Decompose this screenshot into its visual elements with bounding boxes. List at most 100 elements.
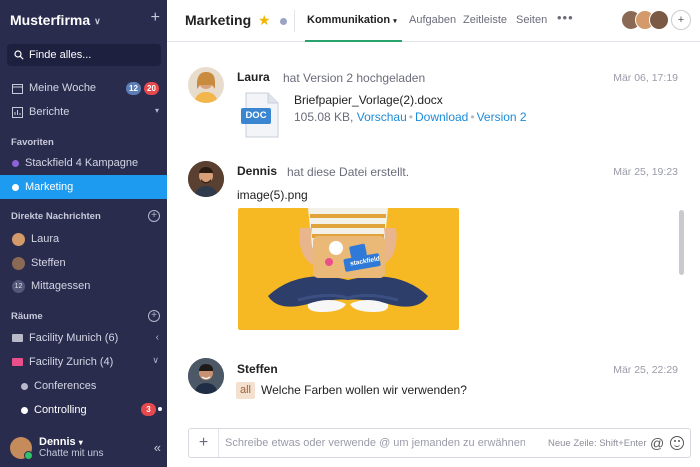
download-link[interactable]: Download [415,110,468,124]
sidebar-item-label: Meine Woche [29,82,97,94]
collapse-sidebar-icon[interactable]: « [154,440,161,455]
my-week-overdue-badge: 20 [144,82,159,95]
chevron-down-icon: ▾ [78,438,83,447]
chevron-down-icon[interactable]: ∨ [152,355,159,366]
avatar [12,232,25,246]
message-author[interactable]: Steffen [237,362,278,376]
favorites-header: Favoriten [11,137,54,148]
preview-link[interactable]: Vorschau [357,110,407,124]
sidebar-item-conferences[interactable]: Conferences [0,374,167,398]
message-action: hat Version 2 hochgeladen [283,71,426,85]
emoji-icon[interactable] [670,436,684,450]
message-timestamp: Mär 06, 17:19 [613,72,678,84]
sidebar-item-facility-zurich[interactable]: Facility Zurich (4) [0,350,167,374]
room-color-dot [21,382,28,390]
more-icon[interactable]: ••• [557,10,574,25]
doc-file-icon[interactable]: DOC [238,92,284,138]
sidebar-item-dm-laura[interactable]: Laura [0,227,167,251]
sidebar-item-label: Facility Zurich (4) [29,356,114,368]
favorite-star-icon[interactable]: ★ [258,12,271,29]
newline-hint: Neue Zeile: Shift+Enter [548,438,647,449]
rooms-header: Räume [11,311,43,322]
avatar [12,256,25,270]
chevron-down-icon: ∨ [94,15,101,26]
unread-dot [158,407,162,411]
sidebar-item-label: Facility Munich (6) [29,332,119,344]
sidebar-item-marketing[interactable]: Marketing [0,175,167,199]
my-week-count-badge: 12 [126,82,141,95]
attach-button[interactable]: + [189,429,219,457]
room-color-dot [12,183,19,191]
calendar-icon [12,83,23,94]
message-input[interactable] [225,437,525,449]
sidebar: Musterfirma ∨ + Finde alles... Meine Woc… [0,0,167,467]
tab-seiten[interactable]: Seiten [516,14,547,26]
scrollbar[interactable] [679,210,684,275]
separator: • [470,110,475,124]
avatar[interactable] [188,67,224,103]
add-direct-message-button[interactable]: + [148,210,160,222]
sidebar-item-stackfield-kampagne[interactable]: Stackfield 4 Kampagne [0,151,167,175]
user-name: Dennis [39,436,76,448]
add-member-button[interactable]: + [671,10,691,30]
search-icon [14,50,24,60]
file-name[interactable]: Briefpapier_Vorlage(2).docx [294,93,443,107]
add-icon[interactable]: + [151,9,160,27]
group-member-count: 12 [12,279,25,293]
sidebar-item-reports[interactable]: Berichte [0,100,167,124]
chevron-left-icon[interactable]: ‹ [156,332,159,343]
message-author[interactable]: Laura [237,70,270,84]
tab-label: Kommunikation [307,14,391,26]
direct-messages-header: Direkte Nachrichten [11,211,101,222]
room-title: Marketing [185,12,252,28]
room-header: Marketing ★ Kommunikation ▾ Aufgaben Zei… [167,0,700,42]
folder-icon [12,358,23,366]
room-members[interactable]: + [621,10,691,30]
sidebar-item-facility-munich[interactable]: Facility Munich (6) [0,326,167,350]
message-author[interactable]: Dennis [237,164,277,178]
tab-zeitleiste[interactable]: Zeitleiste [463,14,507,26]
file-size: 105.08 KB, [294,110,354,124]
divider [294,10,295,32]
add-room-button[interactable]: + [148,310,160,322]
mention-icon[interactable]: @ [650,435,664,451]
avatar[interactable] [188,161,224,197]
avatar[interactable] [188,358,224,394]
tab-kommunikation[interactable]: Kommunikation ▾ [307,14,397,26]
room-color-dot [21,406,28,414]
version-link[interactable]: Version 2 [477,110,527,124]
sidebar-item-label: Mittagessen [31,280,91,292]
controlling-unread-badge: 3 [141,403,156,416]
sidebar-item-label: Controlling [34,404,87,416]
message-composer: + Neue Zeile: Shift+Enter @ [188,428,691,458]
sidebar-item-label: Steffen [31,257,66,269]
current-user[interactable]: Dennis ▾ Chatte mit uns [10,436,104,460]
sidebar-item-dm-mittagessen[interactable]: 12 Mittagessen [0,274,167,298]
tab-aufgaben[interactable]: Aufgaben [409,14,456,26]
message-timestamp: Mär 25, 19:23 [613,166,678,178]
sidebar-item-label: Stackfield 4 Kampagne [25,157,139,169]
avatar [10,436,33,460]
sidebar-item-label: Berichte [29,106,70,118]
chevron-down-icon: ▾ [393,18,397,25]
image-attachment[interactable]: stackfield [238,208,459,330]
message-timestamp: Mär 25, 22:29 [613,364,678,376]
sidebar-item-my-week[interactable]: Meine Woche [0,76,167,100]
room-color-dot [12,159,19,167]
file-name[interactable]: image(5).png [237,188,308,202]
folder-icon [12,334,23,342]
search-input[interactable]: Finde alles... [7,44,161,66]
chart-icon [12,106,23,118]
workspace-name: Musterfirma [10,12,91,28]
sidebar-item-dm-steffen[interactable]: Steffen [0,251,167,275]
message-action: hat diese Datei erstellt. [287,165,410,179]
sidebar-item-label: Laura [31,233,60,245]
separator: • [408,110,413,124]
sidebar-item-label: Marketing [25,181,74,193]
message-text: Welche Farben wollen wir verwenden? [261,383,467,397]
workspace-switcher[interactable]: Musterfirma ∨ [10,12,101,28]
mention-tag[interactable]: all [236,382,256,399]
room-color-dot[interactable] [280,18,287,25]
chevron-down-icon[interactable]: ▾ [155,106,159,115]
user-status: Chatte mit uns [39,448,104,459]
